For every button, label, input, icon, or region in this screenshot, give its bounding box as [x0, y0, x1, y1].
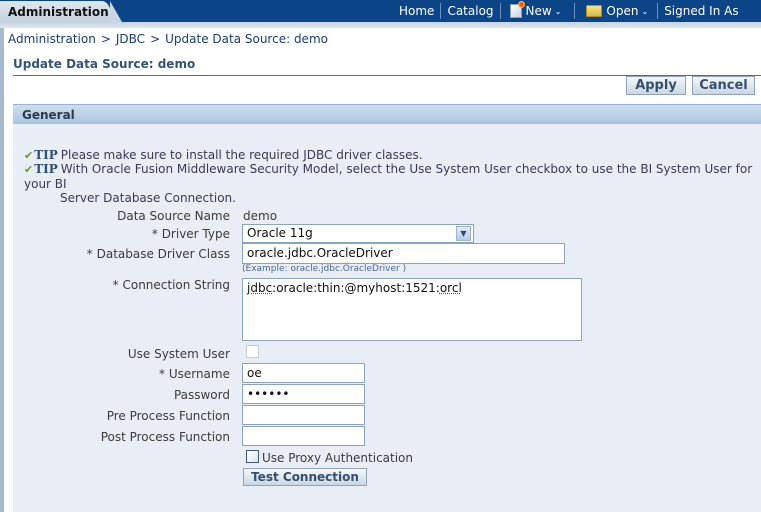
breadcrumb-separator: >	[150, 32, 161, 46]
cancel-button[interactable]: Cancel	[692, 76, 755, 95]
nav-home[interactable]: Home	[394, 4, 439, 18]
check-icon: ✔	[24, 149, 34, 162]
username-input[interactable]: oe	[242, 363, 365, 383]
data-source-name-value: demo	[243, 209, 278, 223]
use-proxy-authentication-label: Use Proxy Authentication	[262, 451, 414, 465]
breadcrumb-jdbc[interactable]: JDBC	[116, 32, 145, 46]
driver-class-input[interactable]: oracle.jdbc.OracleDriver	[242, 243, 565, 264]
pre-process-function-input[interactable]	[242, 405, 365, 425]
header-strip	[0, 22, 761, 28]
chevron-down-icon: ⌄	[554, 6, 562, 16]
password-label: Password	[173, 388, 230, 402]
use-system-user-checkbox[interactable]	[246, 345, 259, 358]
check-icon: ✔	[24, 163, 34, 176]
nav-divider	[440, 3, 442, 19]
use-proxy-authentication-checkbox[interactable]	[246, 450, 259, 463]
section-header-general: General	[13, 104, 761, 124]
breadcrumb-separator: >	[100, 32, 111, 46]
chevron-down-icon[interactable]: ▼	[456, 226, 471, 241]
left-border	[0, 28, 4, 512]
global-nav: Home Catalog New ⌄ Open ⌄ Signed In As	[394, 1, 744, 20]
test-connection-button[interactable]: Test Connection	[243, 468, 367, 486]
pre-process-function-label: Pre Process Function	[106, 409, 230, 423]
post-process-function-input[interactable]	[242, 426, 365, 446]
tip-message: ✔TIP Please make sure to install the requ…	[24, 148, 423, 162]
connection-string-textarea[interactable]: jdbc:oracle:thin:@myhost:1521:orcl	[242, 278, 582, 341]
page-title: Update Data Source: demo	[13, 56, 761, 76]
connection-string-label: * Connection String	[112, 278, 230, 292]
nav-open-menu[interactable]: Open ⌄	[576, 4, 653, 18]
driver-class-hint: (Example: oracle.jdbc.OracleDriver )	[242, 264, 407, 274]
nav-divider	[574, 3, 576, 19]
use-system-user-label: Use System User	[127, 347, 230, 361]
driver-type-select[interactable]: Oracle 11g ▼	[242, 224, 474, 243]
nav-divider	[499, 3, 501, 19]
top-header-bar: Administration Home Catalog New ⌄ Open ⌄…	[0, 0, 761, 22]
apply-button[interactable]: Apply	[626, 76, 686, 95]
nav-open-label: Open	[606, 4, 639, 18]
password-input[interactable]: ••••••	[242, 384, 365, 404]
nav-signed-in-as[interactable]: Signed In As	[659, 4, 743, 18]
username-label: * Username	[159, 367, 230, 381]
driver-class-label: * Database Driver Class	[86, 247, 230, 261]
chevron-down-icon: ⌄	[641, 6, 649, 16]
tip-message: ✔TIP With Oracle Fusion Middleware Securi…	[24, 162, 753, 205]
breadcrumb-current: Update Data Source: demo	[165, 32, 328, 46]
tab-administration[interactable]: Administration	[0, 1, 122, 22]
breadcrumb: Administration > JDBC > Update Data Sour…	[8, 32, 328, 46]
breadcrumb-administration[interactable]: Administration	[8, 32, 96, 46]
nav-new-menu[interactable]: New ⌄	[502, 1, 567, 18]
data-source-name-label: Data Source Name	[117, 209, 230, 223]
nav-catalog[interactable]: Catalog	[442, 4, 498, 18]
post-process-function-label: Post Process Function	[100, 430, 230, 444]
folder-open-icon	[586, 5, 603, 17]
nav-new-label: New	[525, 4, 552, 18]
new-document-icon	[509, 1, 525, 18]
driver-type-label: * Driver Type	[151, 227, 230, 241]
nav-divider	[657, 3, 659, 19]
